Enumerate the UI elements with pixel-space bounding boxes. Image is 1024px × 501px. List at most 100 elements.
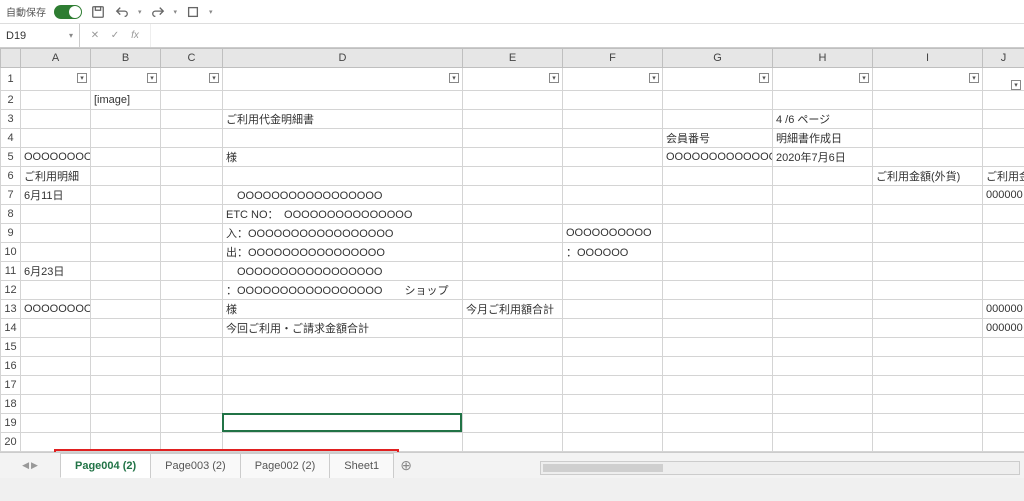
undo-dropdown-icon[interactable]: ▾ — [138, 8, 142, 16]
cell[interactable]: OOOOOOOOOOOOOOOO — [663, 148, 773, 167]
cell[interactable] — [463, 414, 563, 433]
column-header[interactable]: B — [91, 49, 161, 68]
cell[interactable] — [873, 414, 983, 433]
cell[interactable] — [663, 91, 773, 110]
filter-dropdown-icon[interactable]: ▾ — [759, 73, 769, 83]
column-header[interactable]: A — [21, 49, 91, 68]
cell[interactable]: OOOOOOOOOOOOOOOOO — [223, 186, 463, 205]
select-all-corner[interactable] — [1, 49, 21, 68]
cell[interactable] — [91, 300, 161, 319]
cell[interactable] — [21, 129, 91, 148]
cell[interactable] — [161, 205, 223, 224]
cell[interactable] — [983, 357, 1024, 376]
cell[interactable]: [image] — [91, 91, 161, 110]
cell[interactable] — [91, 186, 161, 205]
cell[interactable] — [463, 91, 563, 110]
cell[interactable] — [983, 110, 1024, 129]
cell[interactable] — [873, 281, 983, 300]
cell[interactable] — [223, 91, 463, 110]
cell[interactable]: 今回ご利用・ご請求金額合計 — [223, 319, 463, 338]
cell[interactable] — [91, 224, 161, 243]
worksheet-grid[interactable]: ABCDEFGHIJ1Column1▾Column2▾Column3▾Colum… — [0, 48, 1024, 452]
accept-formula-icon[interactable]: ✓ — [108, 29, 122, 43]
cell[interactable] — [463, 110, 563, 129]
filter-dropdown-icon[interactable]: ▾ — [449, 73, 459, 83]
cell[interactable] — [161, 224, 223, 243]
save-icon[interactable] — [90, 4, 106, 20]
cell[interactable] — [983, 262, 1024, 281]
cell[interactable] — [463, 319, 563, 338]
cell[interactable] — [983, 91, 1024, 110]
cell[interactable] — [663, 395, 773, 414]
horizontal-scrollbar[interactable] — [540, 461, 1020, 475]
qat-customize-icon[interactable]: ▾ — [209, 8, 213, 16]
cell[interactable] — [773, 281, 873, 300]
column-header[interactable]: H — [773, 49, 873, 68]
cell[interactable]: 入：OOOOOOOOOOOOOOOOO — [223, 224, 463, 243]
row-header[interactable]: 9 — [1, 224, 21, 243]
cell[interactable]: ご利用金 — [983, 167, 1024, 186]
cell[interactable] — [873, 129, 983, 148]
cell[interactable]: OOOOOOOOOOOOOOOOO — [21, 300, 91, 319]
cell[interactable] — [563, 186, 663, 205]
cell[interactable] — [773, 205, 873, 224]
cell[interactable] — [773, 243, 873, 262]
cell[interactable] — [161, 300, 223, 319]
cell[interactable] — [873, 148, 983, 167]
column-header[interactable]: G — [663, 49, 773, 68]
cell[interactable] — [161, 110, 223, 129]
column-header[interactable]: J — [983, 49, 1024, 68]
cell[interactable] — [91, 129, 161, 148]
cell[interactable] — [663, 224, 773, 243]
cell[interactable]: 会員番号 — [663, 129, 773, 148]
cell[interactable] — [21, 110, 91, 129]
cell[interactable] — [91, 414, 161, 433]
row-header[interactable]: 3 — [1, 110, 21, 129]
cell[interactable] — [873, 224, 983, 243]
cell[interactable] — [563, 281, 663, 300]
cell[interactable] — [161, 129, 223, 148]
cell[interactable] — [873, 338, 983, 357]
cell[interactable] — [663, 262, 773, 281]
cell[interactable] — [21, 281, 91, 300]
sheet-tab[interactable]: Page004 (2) — [60, 453, 151, 478]
cell[interactable] — [663, 205, 773, 224]
cell[interactable] — [563, 395, 663, 414]
cell[interactable] — [663, 167, 773, 186]
cell[interactable] — [563, 91, 663, 110]
cell[interactable] — [21, 338, 91, 357]
row-header[interactable]: 14 — [1, 319, 21, 338]
row-header[interactable]: 15 — [1, 338, 21, 357]
cell[interactable]: 様 — [223, 300, 463, 319]
cell[interactable] — [463, 376, 563, 395]
row-header[interactable]: 2 — [1, 91, 21, 110]
name-box[interactable]: D19 ▾ — [0, 24, 80, 47]
column-header[interactable]: I — [873, 49, 983, 68]
cell[interactable] — [463, 129, 563, 148]
cell[interactable]: OOOOOOOOOOOOOOOOO — [21, 148, 91, 167]
cell[interactable] — [21, 205, 91, 224]
cell[interactable] — [563, 433, 663, 452]
cell[interactable] — [773, 262, 873, 281]
cell[interactable] — [563, 148, 663, 167]
cell[interactable] — [91, 357, 161, 376]
cell[interactable] — [463, 262, 563, 281]
cell[interactable] — [161, 376, 223, 395]
cell[interactable] — [873, 110, 983, 129]
cell[interactable] — [983, 281, 1024, 300]
cell[interactable]: OOOOOOOOOOOOOOOOO — [223, 262, 463, 281]
cell[interactable] — [773, 395, 873, 414]
cell[interactable] — [773, 357, 873, 376]
cell[interactable] — [873, 262, 983, 281]
cell[interactable] — [563, 205, 663, 224]
sheet-tab[interactable]: Sheet1 — [329, 453, 394, 478]
cell[interactable] — [773, 91, 873, 110]
row-header[interactable]: 19 — [1, 414, 21, 433]
row-header[interactable]: 1 — [1, 68, 21, 91]
cell[interactable] — [873, 357, 983, 376]
cell[interactable] — [223, 129, 463, 148]
cell[interactable] — [663, 300, 773, 319]
cell[interactable]: 明細書作成日 — [773, 129, 873, 148]
filter-dropdown-icon[interactable]: ▾ — [1011, 80, 1021, 90]
cell[interactable]: ご利用代金明細書 — [223, 110, 463, 129]
